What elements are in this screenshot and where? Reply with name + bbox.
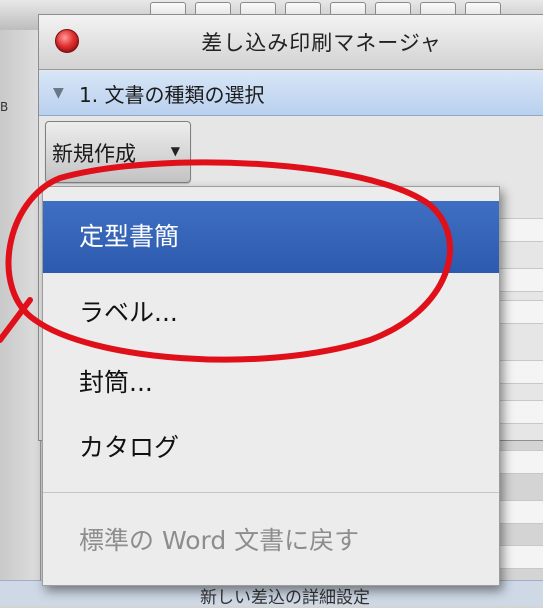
section-header[interactable]: ▼ 1. 文書の種類の選択 xyxy=(39,71,543,116)
menu-item-label: ラベル... xyxy=(79,298,178,327)
menu-item-label: 封筒... xyxy=(79,368,153,397)
menu-item-label: 標準の Word 文書に戻す xyxy=(79,526,360,555)
background-text-fragment: B xyxy=(0,100,9,114)
disclosure-triangle-icon[interactable]: ▼ xyxy=(53,85,64,101)
new-document-popup-button[interactable]: 新規作成 ▼ xyxy=(45,121,191,183)
palette-titlebar[interactable]: 差し込み印刷マネージャ xyxy=(39,15,543,70)
menu-separator xyxy=(43,492,499,493)
menu-item-label: 定型書簡 xyxy=(79,222,180,251)
document-type-menu: 定型書簡 ラベル... 封筒... カタログ 標準の Word 文書に戻す xyxy=(42,186,500,586)
menu-item-form-letters[interactable]: 定型書簡 xyxy=(43,201,499,273)
menu-item-label: カタログ xyxy=(79,433,180,462)
dropdown-arrow-icon: ▼ xyxy=(170,144,180,158)
palette-title: 差し込み印刷マネージャ xyxy=(201,31,442,55)
background-document-edge: B xyxy=(0,30,41,605)
menu-item-envelopes[interactable]: 封筒... xyxy=(43,347,499,419)
menu-item-catalog[interactable]: カタログ xyxy=(43,412,499,484)
background-bottom-text: 新しい差込の詳細設定 xyxy=(200,588,370,608)
menu-item-labels[interactable]: ラベル... xyxy=(43,277,499,349)
menu-item-restore-word-document: 標準の Word 文書に戻す xyxy=(43,505,499,577)
new-document-label: 新規作成 xyxy=(52,142,136,166)
section-title: 1. 文書の種類の選択 xyxy=(79,83,265,107)
